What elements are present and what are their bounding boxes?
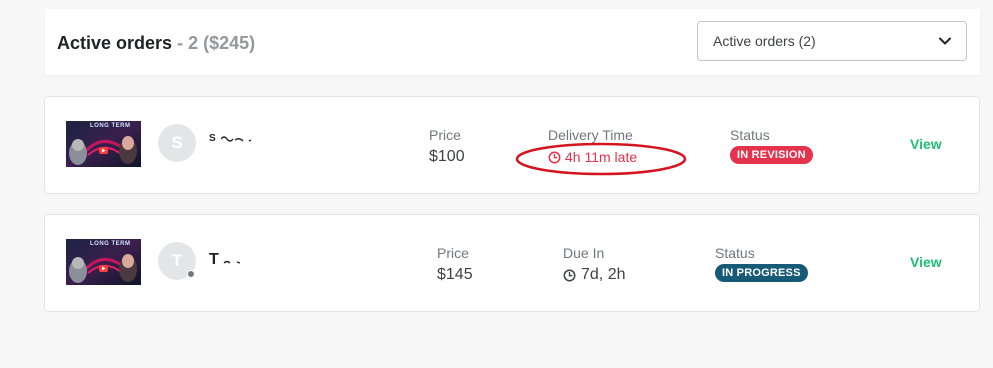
status-label: Status (730, 127, 770, 143)
gig-thumbnail[interactable]: LONG TERM (66, 121, 141, 167)
status-badge: IN REVISION (730, 146, 813, 164)
due-in-label: Due In (563, 245, 605, 261)
page-title-text: Active orders (57, 33, 173, 53)
buyer-name-initial: T (209, 251, 219, 268)
clock-icon (548, 151, 561, 163)
delivery-time-label: Delivery Time (548, 127, 633, 143)
chevron-down-icon (939, 37, 951, 45)
price-value: $100 (429, 148, 465, 165)
due-in-value: 7d, 2h (563, 264, 625, 286)
due-in-text: 7d, 2h (581, 266, 626, 283)
view-order-link[interactable]: View (910, 254, 942, 270)
view-order-link[interactable]: View (910, 136, 942, 152)
redacted-name-scribble (223, 260, 241, 264)
thumbnail-title: LONG TERM (90, 241, 131, 247)
buyer-name[interactable]: T (209, 251, 253, 269)
gig-thumbnail[interactable]: LONG TERM (66, 239, 141, 285)
status-column: Status IN PROGRESS (715, 244, 808, 282)
orders-header: Active orders - 2 ($245) Active orders (… (45, 9, 980, 75)
orders-filter-value: Active orders (2) (713, 33, 816, 49)
order-card: LONG TERM T T Price $145 Due In 7d, 2h S… (44, 214, 980, 312)
order-card: LONG TERM S S Price $100 Delivery Time 4… (44, 96, 980, 194)
buyer-name[interactable]: S (209, 133, 281, 151)
redacted-name-scribble (220, 136, 252, 142)
due-in-column: Due In 7d, 2h (563, 244, 625, 286)
clock-icon (563, 269, 576, 281)
status-label: Status (715, 245, 755, 261)
price-column: Price $145 (437, 244, 473, 286)
status-dot (187, 270, 195, 278)
thumbnail-title: LONG TERM (90, 123, 131, 129)
orders-filter-dropdown[interactable]: Active orders (2) (697, 21, 967, 61)
buyer-name-initial: S (209, 133, 216, 144)
delivery-time-value: 4h 11m late (548, 146, 637, 168)
orders-count: - 2 ($245) (177, 33, 256, 53)
delivery-time-text: 4h 11m late (565, 149, 638, 165)
avatar[interactable]: S (158, 124, 196, 162)
status-badge: IN PROGRESS (715, 264, 808, 282)
price-value: $145 (437, 266, 473, 283)
price-label: Price (437, 245, 469, 261)
price-column: Price $100 (429, 126, 465, 168)
delivery-time-column: Delivery Time 4h 11m late (548, 126, 637, 168)
price-label: Price (429, 127, 461, 143)
page-title: Active orders - 2 ($245) (57, 33, 255, 54)
status-column: Status IN REVISION (730, 126, 813, 164)
